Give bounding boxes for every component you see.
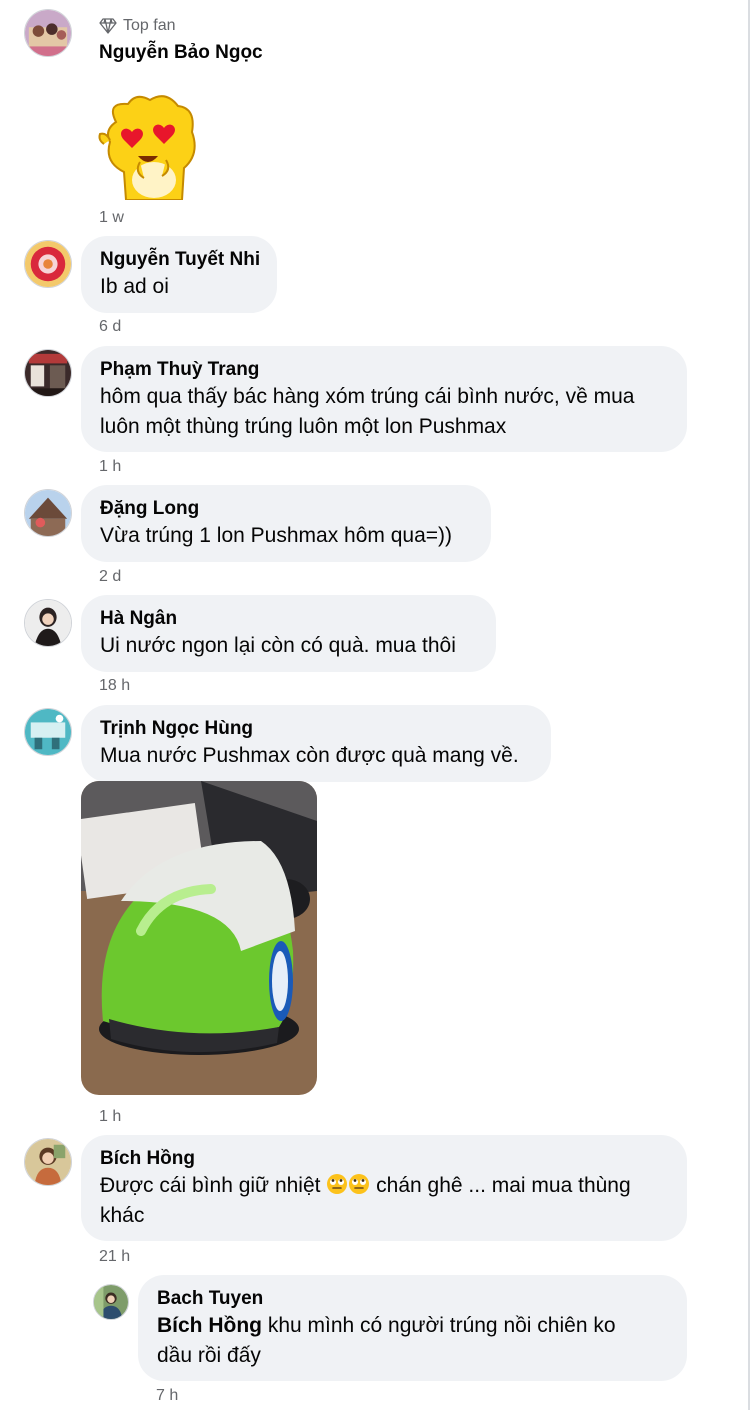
top-fan-badge: Top fan	[99, 17, 175, 35]
top-fan-label: Top fan	[123, 17, 176, 34]
comment-text-line-1: Được cái bình giữ nhiệt chán ghê ... mai…	[100, 1171, 667, 1201]
comment-bubble: Trịnh Ngọc Hùng Mua nước Pushmax còn đượ…	[81, 705, 551, 782]
comment-text-line-2: khác	[100, 1204, 145, 1227]
comment-time[interactable]: 1 h	[99, 1108, 121, 1126]
comment-bubble: Đặng Long Vừa trúng 1 lon Pushmax hôm qu…	[81, 485, 491, 562]
commenter-name[interactable]: Đặng Long	[100, 497, 471, 521]
commenter-name[interactable]: Bach Tuyen	[157, 1287, 667, 1311]
comment-time[interactable]: 18 h	[99, 677, 130, 695]
comment-time[interactable]: 1 h	[99, 458, 121, 476]
face-with-rolling-eyes-icon	[349, 1174, 370, 1194]
face-with-rolling-eyes-icon	[327, 1174, 348, 1194]
comment-time[interactable]: 2 d	[99, 568, 121, 586]
yellow-blob-heart-eyes-sticker	[96, 92, 200, 201]
diamond-icon	[99, 18, 117, 34]
comment-bubble: Phạm Thuỳ Trang hôm qua thấy bác hàng xó…	[81, 346, 687, 452]
comment-bubble: Nguyễn Tuyết Nhi Ib ad oi	[81, 236, 277, 313]
comment-thread: Top fan Nguyễn Bảo Ngọc 1 w Nguyễn Tuyết…	[0, 0, 750, 1410]
comment-text-line-1: hôm qua thấy bác hàng xóm trúng cái bình…	[100, 385, 635, 408]
avatar[interactable]	[93, 1284, 129, 1320]
comment-time[interactable]: 1 w	[99, 209, 124, 227]
comment-text: Mua nước Pushmax còn được quà mang về.	[100, 744, 519, 767]
avatar[interactable]	[24, 240, 72, 288]
reply-text-line-1: Bích Hồng khu mình có người trúng nồi ch…	[157, 1311, 667, 1341]
commenter-name[interactable]: Nguyễn Tuyết Nhi	[100, 248, 260, 272]
avatar[interactable]	[24, 9, 72, 57]
comment-text-line-2: luôn một thùng trúng luôn một lon Pushma…	[100, 415, 507, 438]
avatar[interactable]	[24, 708, 72, 756]
comment-text-part-2: chán ghê ... mai mua thùng	[370, 1174, 631, 1197]
mention-link[interactable]: Bích Hồng	[157, 1314, 262, 1337]
comment-bubble: Bích Hồng Được cái bình giữ nhiệt chán g…	[81, 1135, 687, 1241]
comment-text: Ib ad oi	[100, 275, 169, 298]
reply-text-line-2: dầu rồi đấy	[157, 1344, 261, 1367]
comment-bubble: Hà Ngân Ui nước ngon lại còn có quà. mua…	[81, 595, 496, 672]
avatar[interactable]	[24, 489, 72, 537]
avatar[interactable]	[24, 349, 72, 397]
comment-text: Ui nước ngon lại còn có quà. mua thôi	[100, 634, 456, 657]
comment-text: Vừa trúng 1 lon Pushmax hôm qua=))	[100, 524, 452, 547]
comment-time[interactable]: 7 h	[156, 1387, 178, 1405]
green-helmet-photo[interactable]	[81, 781, 317, 1095]
reply-bubble: Bach Tuyen Bích Hồng khu mình có người t…	[138, 1275, 687, 1381]
commenter-name[interactable]: Hà Ngân	[100, 607, 476, 631]
avatar[interactable]	[24, 1138, 72, 1186]
comment-time[interactable]: 21 h	[99, 1248, 130, 1266]
avatar[interactable]	[24, 599, 72, 647]
commenter-name[interactable]: Trịnh Ngọc Hùng	[100, 717, 531, 741]
comment-time[interactable]: 6 d	[99, 318, 121, 336]
commenter-name[interactable]: Bích Hồng	[100, 1147, 667, 1171]
commenter-name[interactable]: Nguyễn Bảo Ngọc	[99, 42, 263, 64]
comment-text-part-1: Được cái bình giữ nhiệt	[100, 1174, 327, 1197]
commenter-name[interactable]: Phạm Thuỳ Trang	[100, 358, 667, 382]
reply-text-part-1: khu mình có người trúng nồi chiên ko	[262, 1314, 616, 1337]
